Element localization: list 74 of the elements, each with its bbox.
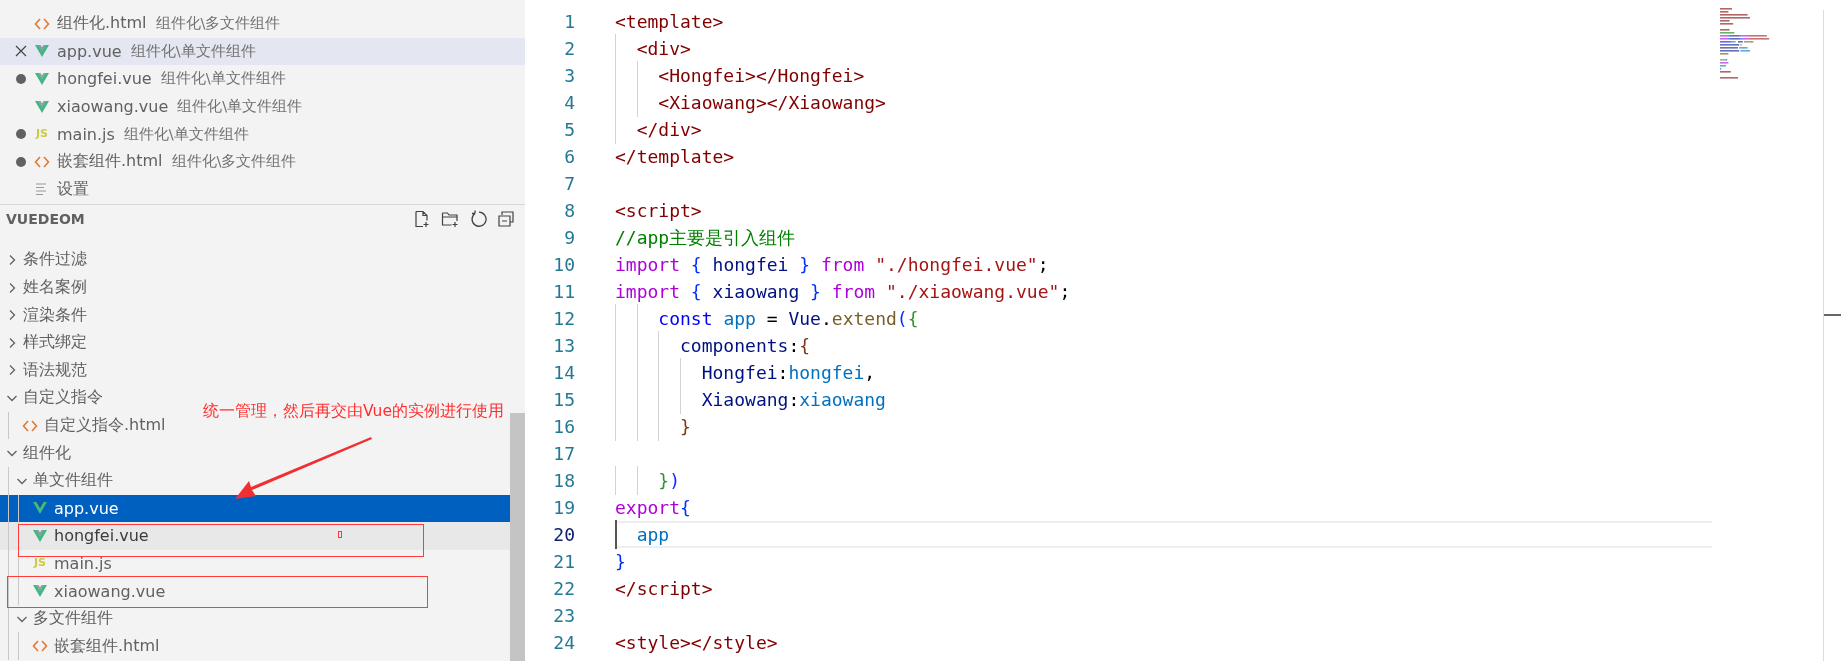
- folder-item[interactable]: 条件过滤: [6, 249, 87, 271]
- code-line: <style></style>: [615, 632, 778, 653]
- marker: [338, 531, 342, 538]
- scrollbar[interactable]: [510, 413, 525, 661]
- line-number: 2: [563, 38, 575, 59]
- file-item[interactable]: 自定义指令.html: [22, 415, 166, 436]
- line-number: 14: [552, 362, 575, 383]
- js-icon: JS: [34, 126, 50, 143]
- folder-item[interactable]: 渲染条件: [6, 304, 87, 326]
- folder-item[interactable]: 自定义指令: [6, 387, 103, 409]
- dot-icon: [16, 74, 26, 84]
- open-editor-item[interactable]: 组件化.html 组件化\多文件组件: [0, 10, 525, 38]
- dot-icon: [16, 156, 26, 167]
- code-line: </template>: [615, 146, 735, 167]
- open-editor-item[interactable]: app.vue 组件化\单文件组件: [0, 37, 525, 66]
- new-file-icon[interactable]: [413, 209, 431, 228]
- code-line: <script>: [615, 200, 702, 221]
- line-number: 7: [563, 173, 575, 194]
- scrollbar[interactable]: [1824, 314, 1841, 316]
- code-line: import { hongfei } from "./hongfei.vue";: [615, 254, 1049, 275]
- open-editor-item[interactable]: JS main.js 组件化\单文件组件: [0, 120, 525, 148]
- line-number: 22: [552, 578, 575, 599]
- line-number: 21: [552, 551, 575, 572]
- vue-icon: [32, 527, 48, 544]
- new-folder-icon[interactable]: [441, 209, 459, 228]
- line-number: 15: [552, 389, 575, 410]
- line-number: 23: [552, 605, 575, 626]
- file-item[interactable]: hongfei.vue: [32, 526, 149, 546]
- refresh-icon[interactable]: [469, 209, 487, 228]
- line-number: 12: [552, 308, 575, 329]
- line-number: 3: [563, 65, 575, 86]
- line-number: 24: [552, 632, 575, 653]
- line-number: 11: [552, 281, 575, 302]
- open-editor-item[interactable]: 嵌套组件.html 组件化\多文件组件: [0, 147, 525, 176]
- line-number: 9: [563, 227, 575, 248]
- code-line: <template>: [615, 11, 724, 32]
- vue-icon: [34, 71, 50, 87]
- folder-item[interactable]: 样式绑定: [6, 332, 87, 354]
- file-item[interactable]: app.vue: [32, 498, 119, 518]
- file-item[interactable]: 嵌套组件.html: [32, 635, 160, 657]
- line-number: 13: [552, 335, 575, 356]
- folder-item[interactable]: 姓名案例: [6, 277, 87, 299]
- open-editor-item[interactable]: xiaowang.vue 组件化\单文件组件: [0, 92, 525, 121]
- folder-item[interactable]: 语法规范: [6, 359, 87, 381]
- dot-icon: [16, 129, 26, 140]
- line-number: 6: [563, 146, 575, 167]
- annotation-text: 统一管理，然后再交由Vue的实例进行使用: [203, 401, 504, 422]
- code-line: }: [615, 551, 626, 572]
- line-number: 16: [552, 416, 575, 437]
- code-line: //app主要是引入组件: [615, 225, 796, 250]
- section-title: VUEDEOM: [6, 210, 85, 227]
- line-number: 17: [552, 443, 575, 464]
- line-number: 8: [563, 200, 575, 221]
- file-item[interactable]: xiaowang.vue: [32, 581, 166, 601]
- code-line: </script>: [615, 578, 713, 599]
- line-number: 20: [552, 524, 575, 545]
- folder-item[interactable]: 组件化: [6, 442, 71, 464]
- code-line: import { xiaowang } from "./xiaowang.vue";: [615, 281, 1071, 302]
- vue-icon: [34, 98, 50, 115]
- folder-item[interactable]: 单文件组件: [16, 470, 113, 492]
- open-editor-item[interactable]: hongfei.vue 组件化\单文件组件: [0, 65, 525, 93]
- line-number: 1: [563, 11, 575, 32]
- file-item[interactable]: JS main.js: [32, 554, 112, 573]
- line-number: 19: [552, 497, 575, 518]
- js-icon: JS: [32, 555, 48, 572]
- close-icon[interactable]: [15, 45, 27, 58]
- folder-item[interactable]: 多文件组件: [16, 608, 113, 630]
- line-number: 10: [552, 254, 575, 275]
- code-line: export{: [615, 497, 691, 518]
- line-number: 18: [552, 470, 575, 491]
- collapse-icon[interactable]: [497, 209, 515, 228]
- open-editor-item[interactable]: 设置: [0, 175, 525, 204]
- line-number: 4: [563, 92, 575, 113]
- line-number: 5: [563, 119, 575, 140]
